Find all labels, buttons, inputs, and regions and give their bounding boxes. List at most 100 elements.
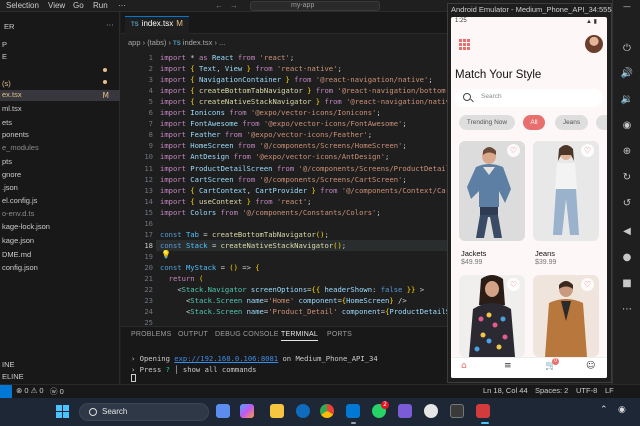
lightbulb-icon[interactable]: 💡	[161, 250, 171, 259]
favorite-icon[interactable]: ♡	[581, 144, 594, 157]
panel-tab-problems[interactable]: PROBLEMS	[131, 331, 172, 338]
explorer-item[interactable]: pts	[2, 157, 12, 166]
code-editor[interactable]: 1 import * as React from 'react'; 2 import …	[121, 50, 448, 325]
problems-status[interactable]: ⊗ 0 ⚠ 0	[16, 386, 44, 395]
chip-trending[interactable]: Trending Now	[459, 115, 515, 130]
camera-icon[interactable]: ◉	[620, 120, 634, 131]
product-image-sweater[interactable]: ♡	[459, 275, 525, 357]
wifi-icon[interactable]: ◉	[618, 405, 626, 415]
line-number: 20	[144, 262, 153, 272]
remote-indicator[interactable]	[0, 385, 12, 398]
back-arrow-icon[interactable]: ←	[215, 1, 223, 10]
windows-start-icon[interactable]	[56, 405, 70, 419]
product-image-jackets[interactable]: ♡	[459, 141, 525, 241]
home-icon[interactable]: ●	[620, 252, 634, 263]
explorer-item[interactable]: DME.md	[2, 250, 31, 259]
explorer-item[interactable]: (s)	[2, 79, 11, 88]
explorer-item[interactable]: ets	[2, 118, 12, 127]
chip-all[interactable]: All	[523, 115, 545, 130]
menu-selection[interactable]: Selection	[6, 1, 39, 10]
favorite-icon[interactable]: ♡	[507, 144, 520, 157]
menu-run[interactable]: Run	[93, 1, 108, 10]
rotate-icon[interactable]: ↻	[620, 172, 634, 183]
breadcrumb-item[interactable]: app	[128, 38, 141, 47]
indent-status[interactable]: Spaces: 2	[535, 386, 568, 395]
outline-section[interactable]: INE	[2, 360, 15, 369]
panel-tab-debug-console[interactable]: DEBUG CONSOLE	[215, 331, 279, 338]
line-number: 11	[144, 163, 153, 173]
volume-up-icon[interactable]: 🔊	[620, 68, 634, 79]
eol-status[interactable]: LF	[605, 386, 614, 395]
copilot-app-icon[interactable]	[240, 404, 254, 418]
panel-tab-output[interactable]: OUTPUT	[178, 331, 208, 338]
explorer-item[interactable]: el.config.js	[2, 196, 37, 205]
expo-url-link[interactable]: exp://192.168.0.106:8081	[174, 354, 278, 363]
explorer-app-icon[interactable]	[216, 404, 230, 418]
menu-view[interactable]: View	[48, 1, 65, 10]
favorite-icon[interactable]: ♡	[507, 278, 520, 291]
menu-more[interactable]: ···	[118, 1, 126, 10]
product-image-coat[interactable]: ♡	[533, 275, 599, 357]
edge-app-icon[interactable]	[296, 404, 310, 418]
explorer-item[interactable]: kage-lock.json	[2, 222, 50, 231]
explorer-item[interactable]: P	[2, 40, 7, 49]
terminal-line: › Press ? │ show all commands	[131, 365, 257, 374]
line-number: 22	[144, 285, 153, 295]
more-icon[interactable]: ⋯	[620, 304, 634, 315]
explorer-item[interactable]: e_modules	[2, 143, 39, 152]
code-line: import ProductDetailScreen from '@/compo…	[160, 163, 448, 173]
encoding-status[interactable]: UTF-8	[576, 386, 597, 395]
line-number: 15	[144, 207, 153, 217]
explorer-item[interactable]: gnore	[2, 170, 21, 179]
explorer-item[interactable]: ponents	[2, 130, 29, 139]
explorer-item[interactable]: ml.tsx	[2, 104, 22, 113]
line-number: 25	[144, 318, 153, 325]
system-tray-icon[interactable]: ⌃	[600, 405, 608, 415]
minimize-icon[interactable]: —	[620, 2, 634, 11]
avatar[interactable]	[585, 35, 603, 53]
list-icon[interactable]: ≡	[504, 361, 512, 371]
more-icon[interactable]: ···	[106, 21, 114, 30]
command-center[interactable]: my-app	[250, 1, 380, 11]
back-icon[interactable]: ◀	[620, 226, 634, 237]
line-number: 2	[148, 64, 153, 74]
volume-down-icon[interactable]: 🔉	[620, 94, 634, 105]
editor-tab-index[interactable]: TS index.tsx M	[125, 16, 189, 34]
breadcrumb-item[interactable]: (tabs)	[147, 38, 166, 47]
timeline-section[interactable]: ELINE	[2, 372, 24, 381]
zoom-icon[interactable]: ⊕	[620, 146, 634, 157]
chrome-app-icon[interactable]	[320, 404, 334, 418]
nodes-app-icon[interactable]	[398, 404, 412, 418]
rotate-icon[interactable]: ↺	[620, 198, 634, 209]
breadcrumb-item[interactable]: index.tsx	[183, 38, 213, 47]
file-explorer-app-icon[interactable]	[270, 404, 284, 418]
panel-tab-terminal[interactable]: TERMINAL	[281, 331, 318, 341]
chip-more[interactable]	[596, 115, 607, 130]
ports-status[interactable]: ⓦ 0	[50, 386, 64, 397]
search-input[interactable]: Search	[455, 89, 603, 107]
chip-jeans[interactable]: Jeans	[555, 115, 588, 130]
home-icon[interactable]: ⌂	[461, 361, 467, 371]
power-icon[interactable]: ⏻	[620, 43, 634, 54]
taskbar-search[interactable]: Search	[79, 403, 209, 421]
emulator-app-icon[interactable]	[476, 404, 490, 418]
explorer-item[interactable]: kage.json	[2, 236, 34, 245]
product-image-jeans[interactable]: ♡	[533, 141, 599, 241]
explorer-item[interactable]: o-env.d.ts	[2, 209, 34, 218]
vscode-app-icon[interactable]	[346, 404, 360, 418]
favorite-icon[interactable]: ♡	[581, 278, 594, 291]
square-icon[interactable]: ■	[620, 278, 634, 289]
terminal-app-icon[interactable]	[450, 404, 464, 418]
explorer-item[interactable]: .json	[2, 183, 18, 192]
cursor-position-status[interactable]: Ln 18, Col 44	[483, 386, 528, 395]
explorer-item[interactable]: config.json	[2, 263, 38, 272]
forward-arrow-icon[interactable]: →	[230, 1, 238, 10]
github-app-icon[interactable]	[424, 404, 438, 418]
menu-grid-icon[interactable]	[459, 39, 470, 50]
menu-go[interactable]: Go	[73, 1, 84, 10]
user-icon[interactable]: ☺	[586, 361, 595, 371]
explorer-item[interactable]: E	[2, 52, 7, 61]
modified-badge: M	[102, 91, 109, 100]
panel-tab-ports[interactable]: PORTS	[327, 331, 352, 338]
breadcrumb-item[interactable]: ...	[219, 38, 225, 47]
